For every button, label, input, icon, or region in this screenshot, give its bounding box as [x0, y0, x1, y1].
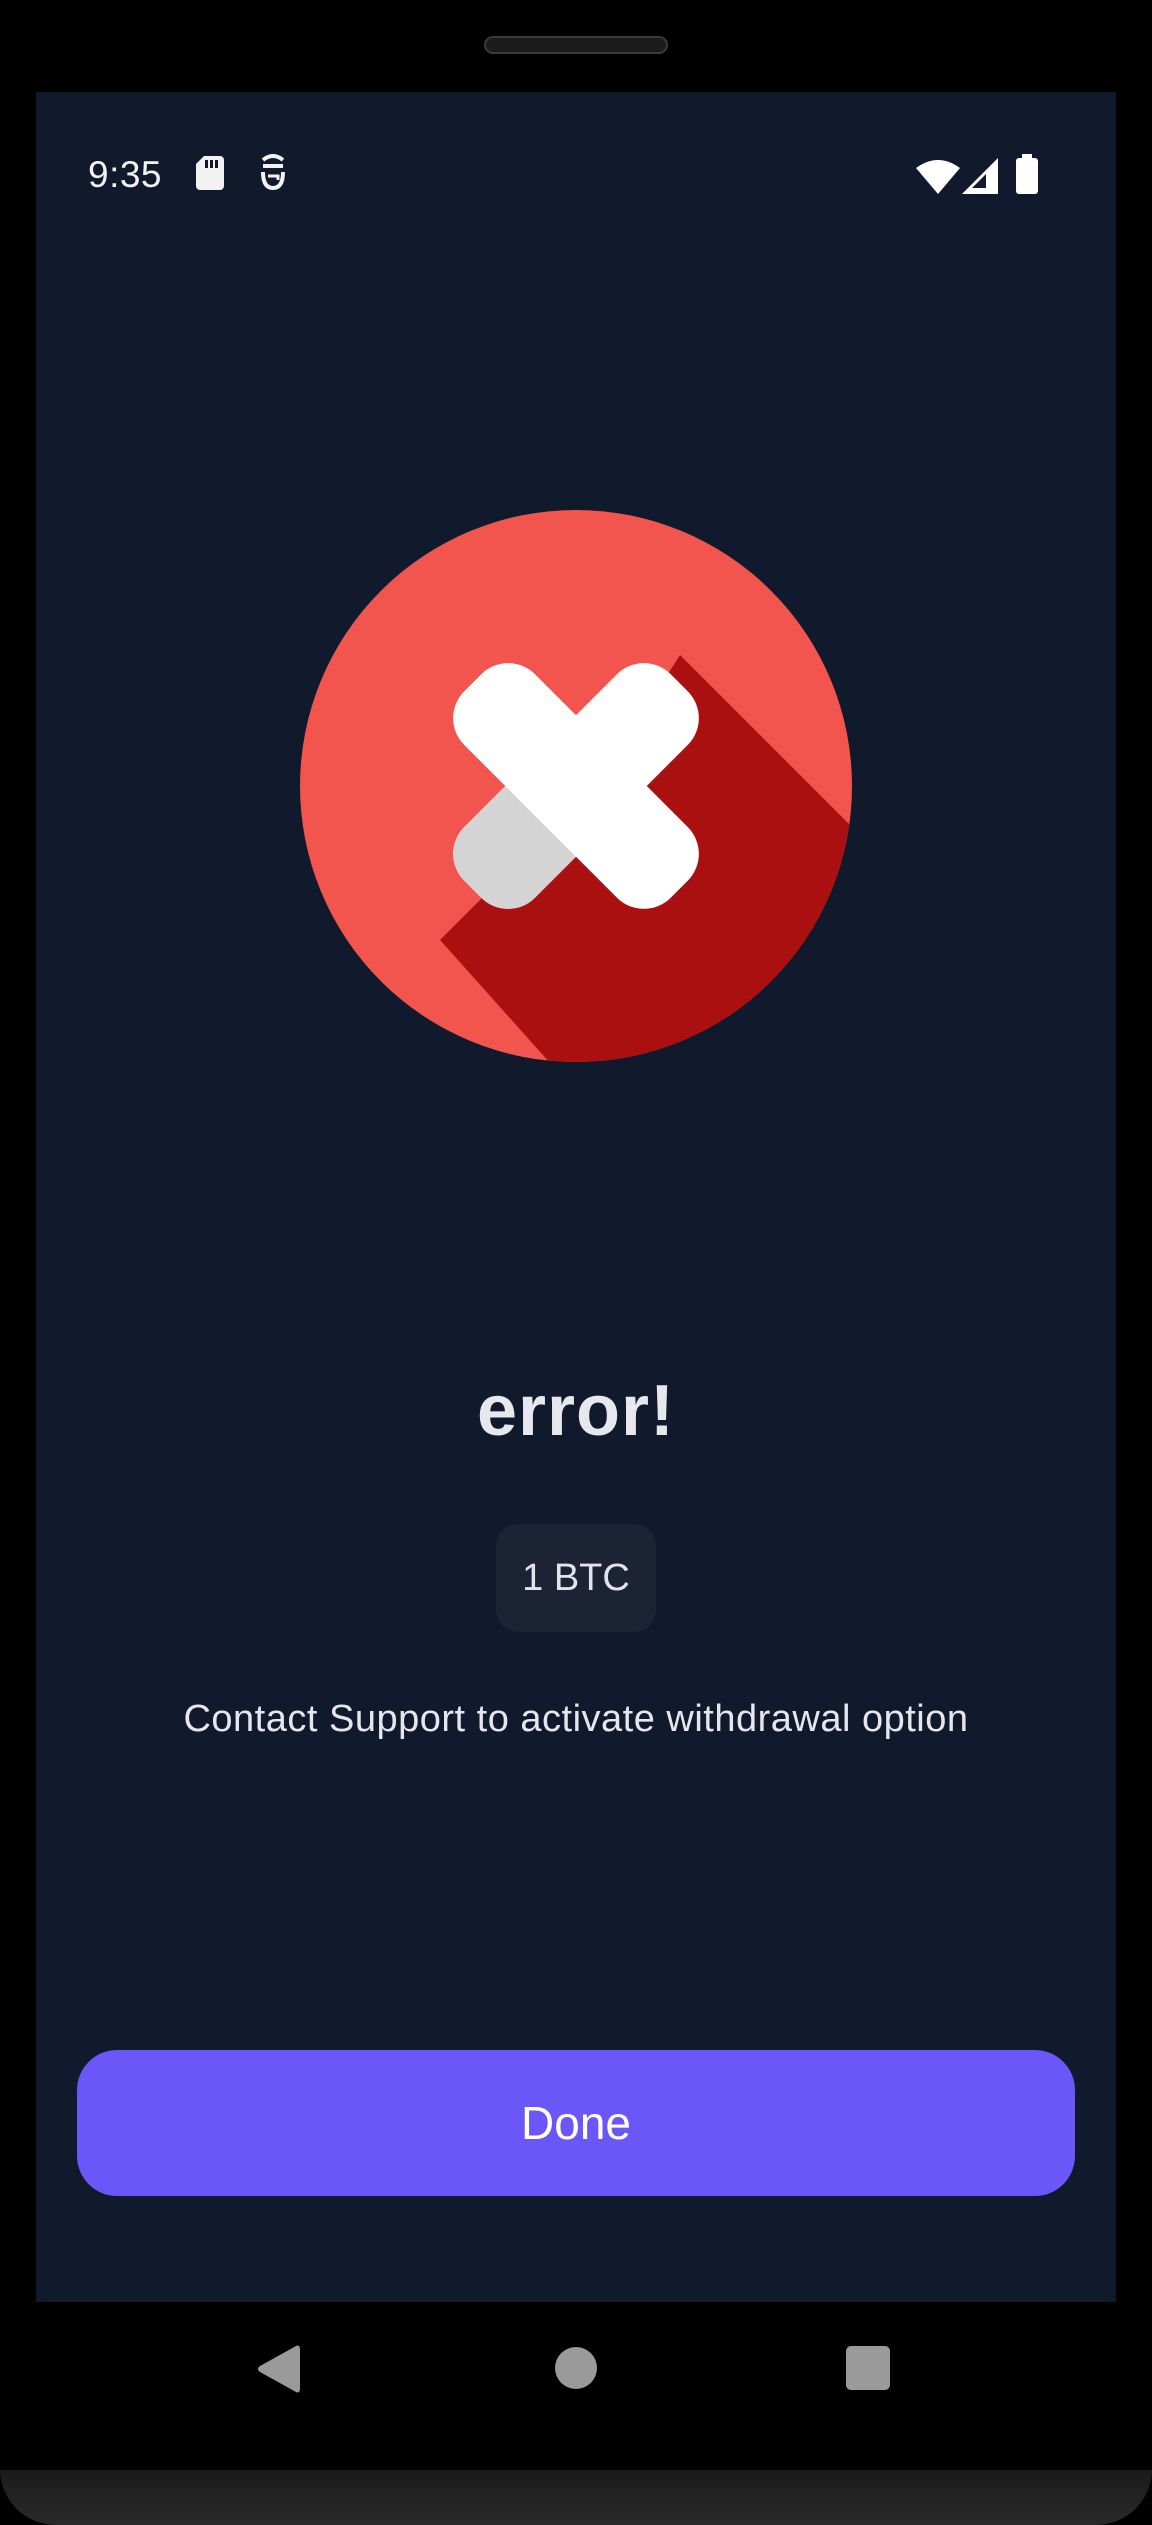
phone-frame: 9:35 error! 1 BTC Contact Support to act…: [0, 0, 1152, 2525]
amount-text: 1 BTC: [522, 1556, 630, 1599]
sd-card-icon: [196, 156, 224, 190]
navigation-bar: [0, 2302, 1152, 2432]
error-message: Contact Support to activate withdrawal o…: [183, 1698, 969, 1740]
status-bar: 9:35: [36, 92, 1116, 262]
status-time: 9:35: [88, 154, 163, 195]
error-x-icon: [300, 510, 852, 1062]
amount-badge: 1 BTC: [496, 1524, 656, 1632]
signal-icon: [962, 158, 998, 194]
wifi-icon: [916, 160, 960, 194]
face-icon: [261, 154, 285, 191]
home-icon[interactable]: [554, 2346, 598, 2390]
error-title: error!: [476, 1371, 676, 1451]
bottom-bezel: [0, 2470, 1152, 2525]
battery-icon: [1016, 154, 1038, 194]
recents-icon[interactable]: [846, 2346, 890, 2390]
app-screen: 9:35 error! 1 BTC Contact Support to act…: [36, 92, 1116, 2302]
done-button[interactable]: Done: [77, 2050, 1075, 2196]
back-icon[interactable]: [256, 2344, 300, 2394]
earpiece-speaker: [484, 36, 668, 54]
